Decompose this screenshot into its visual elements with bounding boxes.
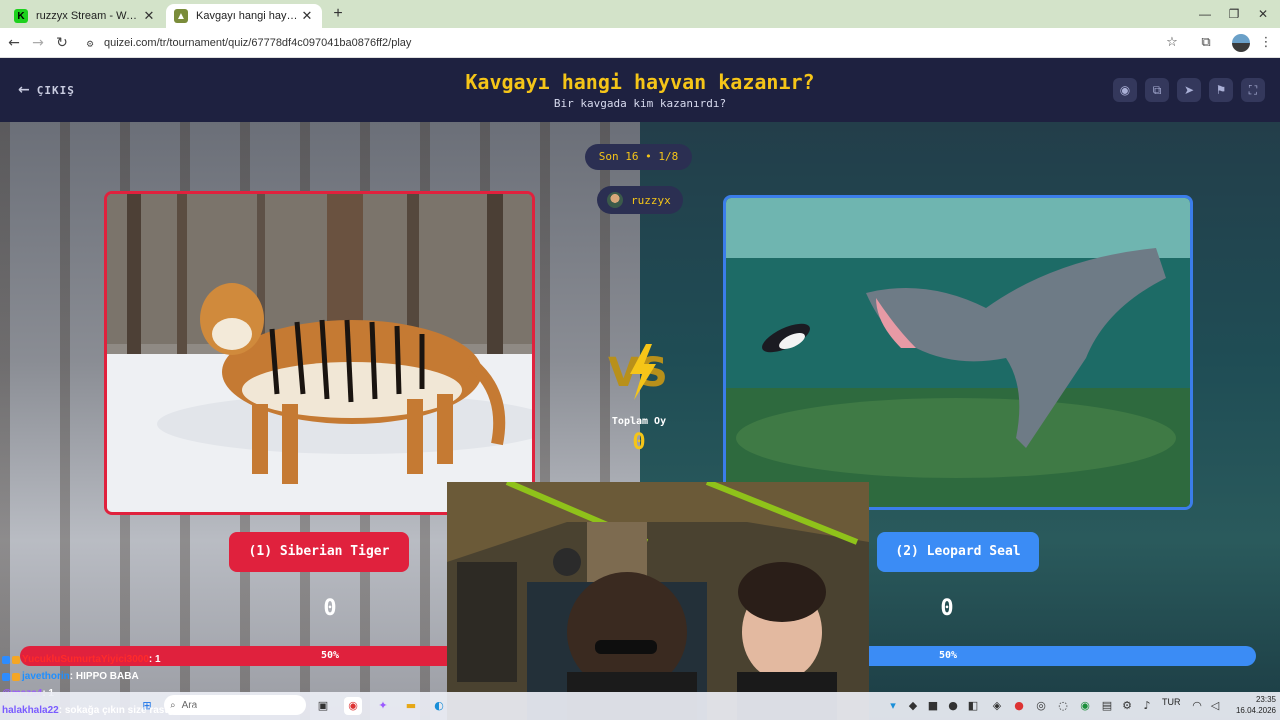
chrome-icon[interactable]: ◉ — [344, 697, 362, 715]
tray-icon[interactable]: ◉ — [1076, 697, 1094, 715]
score-right: 0 — [940, 596, 954, 621]
system-clock[interactable]: 23:35 16.04.2026 — [1226, 694, 1276, 716]
chat-message: YucukluSumurtaYiyici3000 : 1 — [2, 653, 161, 666]
vote-percent-left: 50% — [320, 650, 340, 661]
tray-icon[interactable]: ■ — [924, 697, 942, 715]
tray-icon[interactable]: ◆ — [904, 697, 922, 715]
minimize-window-button[interactable]: — — [1190, 4, 1220, 24]
option-card-left[interactable] — [104, 191, 535, 515]
browser-tab-quizei[interactable]: ▲ Kavgayı hangi hayvan kazanır? ✕ — [166, 4, 322, 28]
chat-text: : 1 — [148, 654, 161, 665]
tray-icon[interactable]: ▾ — [884, 697, 902, 715]
exit-button[interactable]: ← ÇIKIŞ — [18, 82, 75, 98]
chat-badge-icon — [2, 655, 10, 664]
tray-icon[interactable]: ◌ — [1054, 697, 1072, 715]
score-left: 0 — [323, 596, 337, 621]
close-tab-icon[interactable]: ✕ — [300, 8, 314, 24]
tiger-image — [107, 194, 532, 512]
avatar — [607, 192, 623, 208]
player-name: ruzzyx — [631, 193, 671, 207]
close-tab-icon[interactable]: ✕ — [142, 8, 156, 24]
browser-toolbar: ← → ↻ ⚙ quizei.com/tr/tournament/quiz/67… — [0, 28, 1280, 58]
kick-icon: K — [14, 9, 28, 23]
new-tab-button[interactable]: + — [328, 4, 348, 24]
wifi-icon[interactable]: ◠ — [1188, 697, 1206, 715]
quiz-subtitle: Bir kavgada kim kazanırdı? — [553, 97, 727, 110]
chat-username: javethorin — [22, 671, 70, 682]
screen: K ruzzyx Stream - Watch Live on ✕ ▲ Kavg… — [0, 0, 1280, 720]
leopard-seal-image — [726, 198, 1190, 507]
clock-time: 23:35 — [1255, 695, 1276, 704]
chat-message: javethorin : HIPPO BABA — [2, 670, 139, 683]
browser-menu-icon[interactable]: ⋮ — [1256, 33, 1276, 53]
address-bar[interactable]: ⚙ quizei.com/tr/tournament/quiz/67778df4… — [80, 31, 1190, 55]
profile-avatar[interactable] — [1232, 34, 1250, 52]
vote-button-right[interactable]: (2) Leopard Seal — [877, 532, 1039, 572]
browser-tab-strip: K ruzzyx Stream - Watch Live on ✕ ▲ Kavg… — [0, 0, 1280, 28]
edge-icon[interactable]: ◐ — [430, 697, 448, 715]
clock-date: 16.04.2026 — [1235, 706, 1276, 715]
tab-title: Kavgayı hangi hayvan kazanır? — [196, 10, 300, 22]
eye-icon[interactable]: ◉ — [1113, 78, 1137, 102]
chat-badge-icon — [2, 672, 10, 681]
chat-message: halakhala22 : sokağa çıkın size rastgele… — [2, 704, 287, 717]
flag-icon[interactable]: ⚑ — [1209, 78, 1233, 102]
steam-icon[interactable]: ◎ — [1032, 697, 1050, 715]
tab-title: ruzzyx Stream - Watch Live on — [36, 10, 142, 22]
webcam-overlay — [447, 482, 869, 720]
vote-button-left[interactable]: (1) Siberian Tiger — [229, 532, 409, 572]
language-indicator[interactable]: TUR — [1162, 697, 1181, 707]
player-badge: ruzzyx — [597, 186, 683, 214]
round-badge: Son 16 • 1/8 — [585, 144, 692, 170]
volume-icon[interactable]: ◁ — [1206, 697, 1224, 715]
bookmark-star-icon[interactable]: ☆ — [1162, 33, 1182, 53]
quizei-icon: ▲ — [174, 9, 188, 23]
extensions-icon[interactable]: ⧉ — [1196, 33, 1216, 53]
total-votes-label: Toplam Oy — [611, 416, 667, 427]
option-card-right[interactable] — [723, 195, 1193, 510]
back-arrow-icon[interactable]: ← — [4, 33, 24, 53]
microphone-icon[interactable]: ♪ — [1138, 697, 1156, 715]
site-info-icon[interactable]: ⚙ — [80, 37, 100, 50]
fullscreen-icon[interactable]: ⛶ — [1241, 78, 1265, 102]
chat-text: : HIPPO BABA — [69, 671, 139, 682]
chat-username: halakhala22 — [2, 705, 59, 716]
close-window-button[interactable]: ✕ — [1248, 4, 1278, 24]
forward-arrow-icon[interactable]: → — [28, 33, 48, 53]
tray-icon[interactable]: ◈ — [988, 697, 1006, 715]
copy-icon[interactable]: ⧉ — [1145, 78, 1169, 102]
restore-window-button[interactable]: ❐ — [1219, 4, 1249, 24]
url-text[interactable]: quizei.com/tr/tournament/quiz/67778df4c0… — [104, 37, 411, 49]
total-votes-value: 0 — [632, 430, 646, 455]
back-arrow-icon: ← — [18, 82, 31, 98]
quiz-title: Kavgayı hangi hayvan kazanır? — [465, 70, 815, 94]
tray-icon[interactable]: ● — [944, 697, 962, 715]
browser-tab-kick[interactable]: K ruzzyx Stream - Watch Live on ✕ — [6, 4, 164, 28]
chat-username: YucukluSumurtaYiyici3000 — [22, 654, 149, 665]
file-explorer-icon[interactable]: ▬ — [402, 697, 420, 715]
versus-icon: VS — [608, 344, 668, 400]
vote-percent-right: 50% — [938, 650, 958, 661]
tray-icon[interactable]: ◧ — [964, 697, 982, 715]
app-icon[interactable]: ✦ — [374, 697, 392, 715]
send-icon[interactable]: ➤ — [1177, 78, 1201, 102]
quiz-header: ← ÇIKIŞ Kavgayı hangi hayvan kazanır? Bi… — [0, 58, 1280, 122]
chat-badge-icon — [12, 655, 20, 664]
tray-icon[interactable]: ⚙ — [1118, 697, 1136, 715]
exit-label: ÇIKIŞ — [36, 83, 75, 97]
chat-text: : sokağa çıkın size rastgele challengela… — [58, 705, 287, 716]
tray-icon[interactable]: ● — [1010, 697, 1028, 715]
tray-icon[interactable]: ▤ — [1098, 697, 1116, 715]
task-view-icon[interactable]: ▣ — [314, 697, 332, 715]
reload-icon[interactable]: ↻ — [52, 33, 72, 53]
chat-badge-icon — [12, 672, 20, 681]
